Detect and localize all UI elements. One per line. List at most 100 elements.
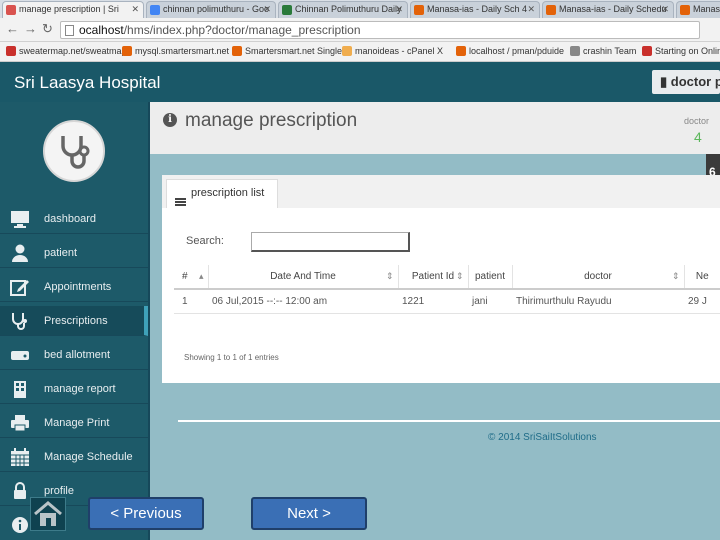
calendar-icon [10, 448, 30, 466]
bookmarks-bar: sweatermap.net/sweatmap mysql.smartersma… [0, 42, 720, 62]
stethoscope-icon [10, 312, 30, 330]
browser-tab[interactable]: chinnan polimuthuru - Goo ✕ [146, 1, 276, 18]
edit-icon [10, 278, 30, 296]
bookmark-favicon-icon [456, 46, 466, 56]
column-header-patient-id[interactable]: Patient Id ⇕ [397, 265, 468, 290]
google-icon [150, 5, 160, 15]
sidebar-item-manage-report[interactable]: manage report [0, 374, 148, 404]
reload-icon[interactable]: ↻ [42, 21, 53, 37]
bookmark[interactable]: manoideas - cPanel X [342, 46, 443, 56]
bookmark-favicon-icon [342, 46, 352, 56]
bookmark[interactable]: mysql.smartersmart.net [122, 46, 229, 56]
browser-tab[interactable]: Manasa-ias - Daily Sch 4 ✕ [410, 1, 540, 18]
cell-date: 06 Jul,2015 --:-- 12:00 am [208, 289, 398, 314]
user-icon: ▮ [660, 74, 668, 89]
tab-favicon-icon [546, 5, 556, 15]
page-icon [65, 25, 74, 36]
column-header-date[interactable]: Date And Time ⇕ [207, 265, 398, 290]
bookmark-favicon-icon [122, 46, 132, 56]
panel-body: Search: # ▴ Date And Time ⇕ Patient Id ⇕ pa… [174, 217, 720, 383]
prescription-panel: prescription list Search: # ▴ Date And Ti… [162, 175, 720, 383]
tab-favicon-icon [414, 5, 424, 15]
prescription-table: # ▴ Date And Time ⇕ Patient Id ⇕ patient do… [174, 265, 720, 314]
browser-tab[interactable]: manage prescription | Sri ✕ [2, 1, 144, 18]
footer-copyright[interactable]: © 2014 SriSaiItSolutions [488, 432, 597, 443]
user-icon [10, 244, 30, 262]
sort-icon: ⇕ [671, 271, 680, 281]
cell-number: 1 [174, 289, 208, 314]
info-icon: i [163, 113, 177, 127]
cell-doctor: Thirimurthulu Rayudu [512, 289, 684, 314]
search-input[interactable] [251, 232, 410, 252]
sidebar-item-manage-print[interactable]: Manage Print [0, 408, 148, 438]
browser-tab[interactable]: Manasa-ias - Daily Schedu ✕ [542, 1, 674, 18]
address-bar: ← → ↻ ocalhost/hms/index.php?doctor/mana… [0, 18, 720, 42]
tab-favicon-icon [6, 5, 16, 15]
search-label: Search: [186, 235, 224, 247]
sidebar-item-appointments[interactable]: Appointments [0, 272, 148, 302]
cell-next: 29 J [684, 289, 720, 314]
bookmark[interactable]: Smartersmart.net Single [232, 46, 342, 56]
doctor-count-label: doctor [684, 116, 710, 126]
tab-prescription-list[interactable]: prescription list [166, 179, 278, 208]
doctor-count: 4 [694, 129, 702, 145]
table-row[interactable]: 1 06 Jul,2015 --:-- 12:00 am 1221 jani T… [174, 289, 720, 314]
column-header-next[interactable]: Ne [683, 265, 720, 290]
stethoscope-icon [61, 136, 90, 169]
tab-favicon-icon [680, 5, 690, 15]
previous-button[interactable]: < Previous [88, 497, 204, 530]
next-button[interactable]: Next > [251, 497, 367, 530]
sidebar-item-prescriptions[interactable]: Prescriptions [0, 306, 148, 336]
browser-tab-bar: manage prescription | Sri ✕ chinnan poli… [0, 0, 720, 18]
close-tab-icon[interactable]: ✕ [661, 2, 669, 17]
close-tab-icon[interactable]: ✕ [527, 2, 535, 17]
url-field[interactable]: ocalhost/hms/index.php?doctor/manage_pre… [60, 21, 700, 39]
sort-asc-icon: ▴ [198, 271, 204, 281]
column-header-number[interactable]: # ▴ [174, 265, 208, 290]
user-menu-button[interactable]: ▮ doctor pa [652, 70, 720, 94]
cell-patient: jani [468, 289, 512, 314]
close-tab-icon[interactable]: ✕ [263, 2, 271, 17]
bookmark[interactable]: Starting on Online [642, 46, 720, 56]
bookmark[interactable]: localhost / pman/pduide [456, 46, 564, 56]
forward-icon[interactable]: → [24, 21, 37, 36]
list-icon [175, 190, 186, 206]
home-button[interactable] [30, 497, 66, 531]
bookmark-favicon-icon [642, 46, 652, 56]
sidebar-item-patient[interactable]: patient [0, 238, 148, 268]
home-icon [34, 501, 62, 526]
bookmark-favicon-icon [570, 46, 580, 56]
table-header-row: # ▴ Date And Time ⇕ Patient Id ⇕ patient do… [174, 265, 720, 290]
sort-icon: ⇕ [385, 271, 394, 281]
sidebar-item-manage-schedule[interactable]: Manage Schedule [0, 442, 148, 472]
monitor-icon [10, 210, 30, 228]
browser-tab[interactable]: Manasa-ias - Daily Schedu [676, 1, 720, 18]
bookmark[interactable]: crashin Team [570, 46, 636, 56]
close-tab-icon[interactable]: ✕ [131, 2, 139, 17]
info-icon [10, 516, 30, 534]
tab-favicon-icon [282, 5, 292, 15]
browser-tab[interactable]: Chinnan Polimuthuru Daily ✕ [278, 1, 408, 18]
sidebar: dashboard patient Appointments Prescript… [0, 102, 150, 540]
close-tab-icon[interactable]: ✕ [395, 2, 403, 17]
main-content: i manage prescription doctor 4 6 prescri… [150, 102, 720, 540]
page-title-bar: i manage prescription doctor 4 [150, 102, 720, 154]
back-icon[interactable]: ← [6, 21, 19, 36]
divider [178, 420, 720, 422]
column-header-doctor[interactable]: doctor ⇕ [511, 265, 684, 290]
hdd-icon [10, 346, 30, 364]
table-info: Showing 1 to 1 of 1 entries [184, 353, 279, 362]
bookmark-favicon-icon [232, 46, 242, 56]
app-header: Sri Laasya Hospital [0, 62, 720, 102]
sidebar-item-dashboard[interactable]: dashboard [0, 204, 148, 234]
building-icon [10, 380, 30, 398]
bookmark-favicon-icon [6, 46, 16, 56]
brand-title[interactable]: Sri Laasya Hospital [14, 73, 160, 93]
sidebar-item-bed-allotment[interactable]: bed allotment [0, 340, 148, 370]
sort-icon: ⇕ [455, 271, 464, 281]
bookmark[interactable]: sweatermap.net/sweatmap [6, 46, 127, 56]
panel-header: prescription list [162, 175, 720, 208]
column-header-patient[interactable]: patient [467, 265, 512, 290]
avatar [43, 120, 105, 182]
cell-patient-id: 1221 [398, 289, 468, 314]
